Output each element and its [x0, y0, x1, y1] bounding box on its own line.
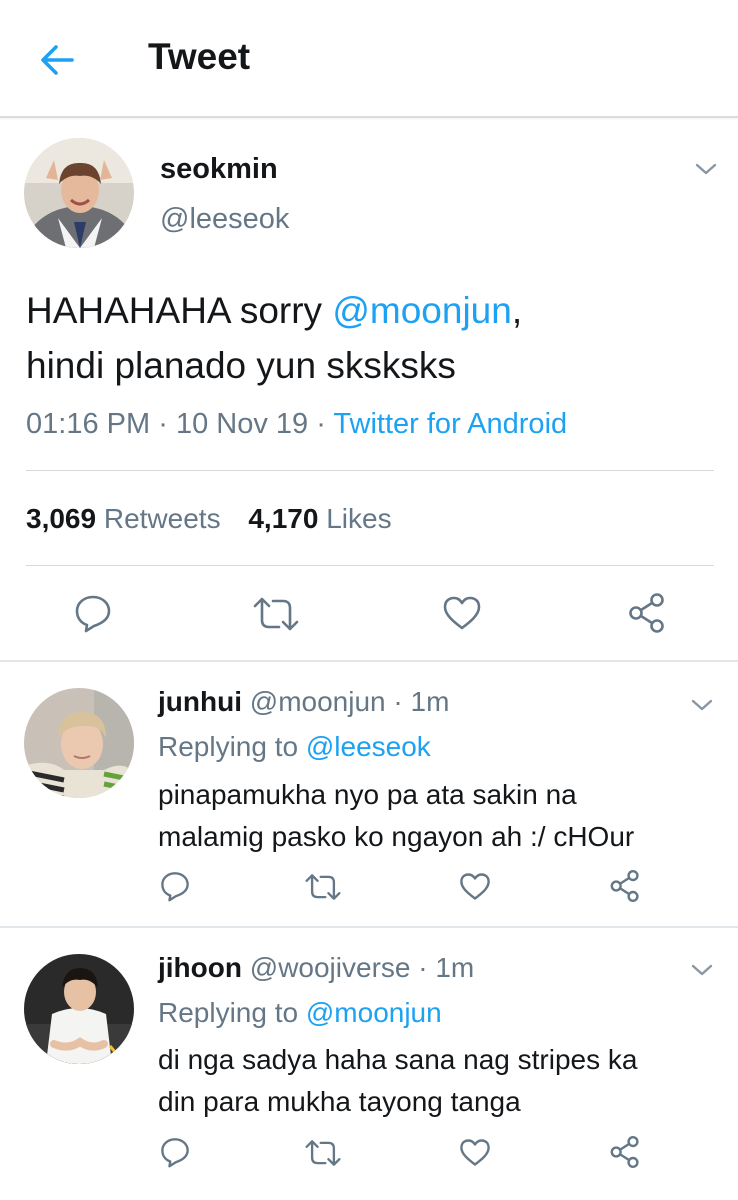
- top-bar: Tweet: [0, 0, 738, 118]
- replying-to-label: Replying to: [158, 997, 299, 1028]
- reply-icon: [161, 1138, 189, 1168]
- reply-button[interactable]: [160, 870, 190, 902]
- retweets-stat[interactable]: 3,069 Retweets: [26, 503, 228, 534]
- tweet-text: HAHAHAHA sorry @moonjun, hindi planado y…: [26, 283, 522, 393]
- reply-author-name[interactable]: jihoon: [158, 952, 242, 983]
- tweet-meta: 01:16 PM · 10 Nov 19 · Twitter for Andro…: [26, 408, 567, 441]
- tweet-text-line: hindi planado yun sksksks: [26, 345, 456, 386]
- reply-time: 1m: [410, 686, 450, 717]
- reply-header: jihoon @woojiverse · 1m: [158, 952, 474, 984]
- retweet-icon: [253, 597, 299, 631]
- retweet-button[interactable]: [304, 1139, 342, 1167]
- avatar[interactable]: [24, 688, 134, 798]
- likes-count: 4,170: [248, 503, 319, 534]
- like-button[interactable]: [442, 595, 482, 631]
- share-button[interactable]: [627, 592, 667, 634]
- chevron-down-icon: [691, 964, 713, 976]
- replying-to: Replying to @moonjun: [158, 997, 442, 1029]
- retweet-icon: [305, 874, 341, 900]
- reply-text: pinapamukha nyo pa ata sakin na malamig …: [158, 774, 634, 858]
- meta-separator: ·: [393, 686, 403, 717]
- tweet-menu-button[interactable]: [694, 161, 718, 177]
- divider: [26, 470, 714, 471]
- chevron-down-icon: [691, 699, 713, 711]
- reply-text: di nga sadya haha sana nag stripes ka di…: [158, 1039, 637, 1123]
- reply-text-line: din para mukha tayong tanga: [158, 1086, 521, 1117]
- retweets-label: Retweets: [103, 503, 221, 534]
- tweet-date: 10 Nov 19: [175, 408, 309, 440]
- reply-menu-button[interactable]: [690, 962, 714, 978]
- reply-time: 1m: [435, 952, 475, 983]
- reply-text-line: malamig pasko ko ngayon ah :/ cHOur: [158, 821, 635, 852]
- divider: [0, 660, 738, 662]
- reply-text-line: di nga sadya haha sana nag stripes ka: [158, 1044, 638, 1075]
- heart-icon: [460, 1139, 490, 1166]
- meta-separator: ·: [418, 952, 428, 983]
- like-button[interactable]: [459, 1138, 491, 1167]
- reply-author-handle[interactable]: @moonjun: [250, 686, 386, 717]
- reply-button[interactable]: [74, 593, 112, 633]
- tweet-stats: 3,069 Retweets 4,170 Likes: [26, 503, 392, 535]
- replying-to-link[interactable]: @leeseok: [306, 731, 431, 762]
- divider: [0, 926, 738, 928]
- back-button[interactable]: [36, 40, 80, 80]
- arrow-left-icon: [41, 45, 74, 75]
- likes-stat[interactable]: 4,170 Likes: [248, 503, 391, 534]
- tweet-text-part: ,: [511, 290, 523, 331]
- retweet-icon: [305, 1140, 341, 1166]
- reply-text-line: pinapamukha nyo pa ata sakin na: [158, 779, 577, 810]
- avatar[interactable]: [24, 954, 134, 1064]
- author-handle[interactable]: @leeseok: [160, 203, 289, 236]
- avatar[interactable]: [24, 138, 134, 248]
- reply-icon: [75, 595, 111, 633]
- meta-separator: ·: [158, 408, 168, 440]
- share-icon: [610, 870, 639, 903]
- page-title: Tweet: [148, 36, 251, 77]
- retweet-button[interactable]: [252, 596, 300, 632]
- meta-separator: ·: [316, 408, 326, 440]
- reply-author-name[interactable]: junhui: [158, 686, 242, 717]
- reply-header: junhui @moonjun · 1m: [158, 686, 449, 718]
- share-button[interactable]: [609, 1135, 641, 1169]
- replying-to-link[interactable]: @moonjun: [306, 997, 442, 1028]
- chevron-down-icon: [695, 163, 717, 175]
- replying-to-label: Replying to: [158, 731, 299, 762]
- tweet-source-link[interactable]: Twitter for Android: [333, 408, 567, 440]
- heart-icon: [443, 596, 481, 630]
- reply-author-handle[interactable]: @woojiverse: [250, 952, 411, 983]
- retweets-count: 3,069: [26, 503, 97, 534]
- reply-menu-button[interactable]: [690, 697, 714, 713]
- heart-icon: [460, 873, 490, 900]
- reply-button[interactable]: [160, 1136, 190, 1168]
- tweet-text-part: HAHAHAHA sorry: [26, 290, 333, 331]
- like-button[interactable]: [459, 872, 491, 901]
- share-icon: [610, 1136, 639, 1168]
- mention-link[interactable]: @moonjun: [332, 290, 512, 331]
- replying-to: Replying to @leeseok: [158, 731, 431, 763]
- retweet-button[interactable]: [304, 873, 342, 901]
- divider: [26, 565, 714, 566]
- likes-label: Likes: [326, 503, 392, 534]
- share-button[interactable]: [609, 869, 641, 903]
- reply-icon: [161, 872, 189, 902]
- tweet-time: 01:16 PM: [26, 408, 151, 440]
- share-icon: [629, 593, 664, 633]
- author-name[interactable]: seokmin: [160, 153, 278, 186]
